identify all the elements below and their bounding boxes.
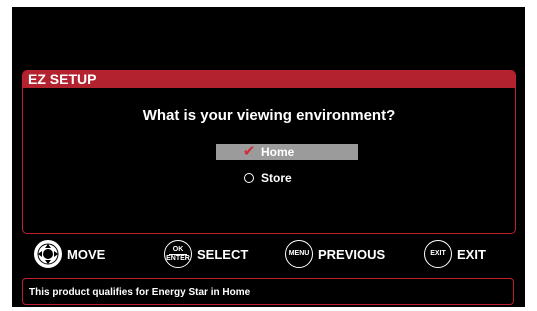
option-home[interactable]: ✔ Home [216,144,358,160]
tv-screen: EZ SETUP What is your viewing environmen… [12,7,525,307]
legend-select: OK ENTER SELECT [164,240,248,268]
option-store-label: Store [261,171,292,185]
option-home-label: Home [261,145,295,159]
ok-enter-icon: OK ENTER [164,240,192,268]
menu-key-text: MENU [288,250,310,257]
radio-icon [242,170,256,187]
panel-title: EZ SETUP [23,71,515,88]
exit-key-text: EXIT [430,250,446,257]
legend-move: MOVE [34,240,105,268]
footer-message: This product qualifies for Energy Star i… [22,278,514,305]
exit-key-icon: EXIT [424,240,452,268]
ez-setup-panel: EZ SETUP What is your viewing environmen… [22,70,516,234]
viewing-question: What is your viewing environment? [142,107,396,124]
key-legend: MOVE OK ENTER SELECT MENU PREVIOUS EXIT … [12,240,525,270]
exit-label: EXIT [457,246,486,262]
enter-key-text: ENTER [166,254,190,262]
move-label: MOVE [67,246,106,262]
legend-previous: MENU PREVIOUS [285,240,385,268]
dpad-icon [34,240,62,268]
ok-key-text: OK [172,245,184,253]
select-label: SELECT [197,246,249,262]
menu-key-icon: MENU [285,240,313,268]
previous-label: PREVIOUS [318,246,386,262]
option-store[interactable]: Store [216,170,358,186]
checkmark-icon: ✔ [242,143,256,160]
legend-exit: EXIT EXIT [424,240,486,268]
